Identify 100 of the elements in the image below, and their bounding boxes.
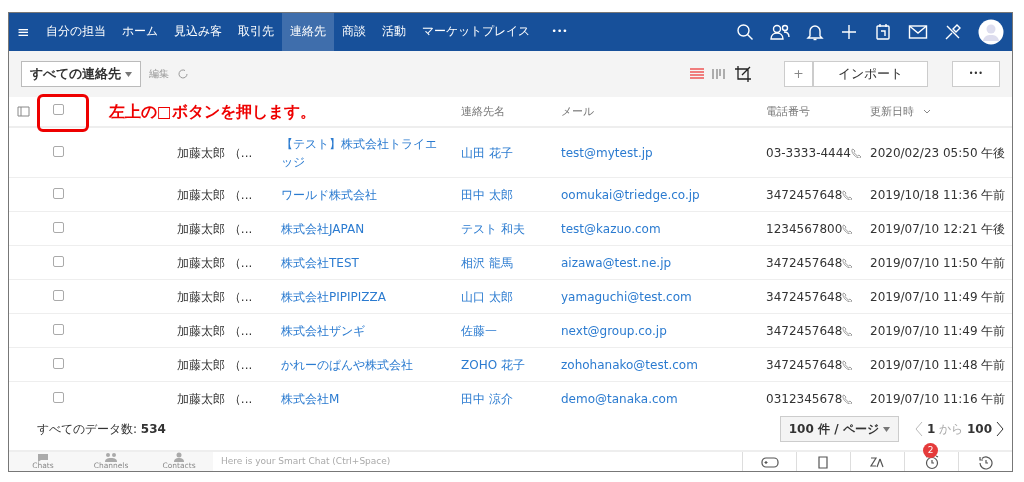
phone-icon[interactable] bbox=[842, 257, 853, 268]
phone-icon[interactable] bbox=[851, 147, 861, 158]
email-link[interactable]: zohohanako@test.com bbox=[561, 357, 698, 372]
row-checkbox[interactable] bbox=[53, 323, 64, 335]
table-cell-text: 03-3333-4444 bbox=[766, 144, 851, 162]
more-button[interactable]: ••• bbox=[543, 13, 576, 51]
company-link[interactable]: 株式会社TEST bbox=[281, 253, 445, 272]
people-icon[interactable] bbox=[770, 23, 790, 41]
company-link[interactable]: 株式会社ザンギ bbox=[281, 321, 445, 340]
highlight-frame bbox=[37, 94, 89, 132]
edit-link[interactable]: 編集 bbox=[149, 66, 170, 82]
company-link[interactable]: 株式会社JAPAN bbox=[281, 219, 445, 238]
column-header[interactable]: 連絡先名 bbox=[461, 104, 505, 117]
row-checkbox[interactable] bbox=[53, 357, 64, 369]
phone-icon[interactable] bbox=[842, 223, 853, 234]
table-cell: 加藤太郎 （... bbox=[177, 391, 253, 406]
contact-link[interactable]: 佐藤一 bbox=[461, 323, 497, 338]
email-link[interactable]: test@kazuo.com bbox=[561, 221, 661, 236]
calendar-icon[interactable] bbox=[874, 23, 892, 41]
column-settings-icon[interactable] bbox=[17, 105, 31, 118]
row-checkbox[interactable] bbox=[53, 255, 64, 267]
table-cell-text: 3472457648 bbox=[766, 288, 843, 306]
company-link[interactable]: かれーのぱんや株式会社 bbox=[281, 355, 445, 374]
table-cell-text: 3472457648 bbox=[766, 254, 843, 272]
email-link[interactable]: oomukai@triedge.co.jp bbox=[561, 187, 700, 202]
tools-icon[interactable] bbox=[944, 23, 962, 41]
row-checkbox[interactable] bbox=[53, 221, 64, 233]
nav-tab[interactable]: 自分の担当 bbox=[37, 13, 114, 51]
plus-icon[interactable] bbox=[840, 23, 858, 41]
row-checkbox[interactable] bbox=[53, 187, 64, 199]
phone-icon[interactable] bbox=[842, 189, 853, 200]
phone-icon[interactable] bbox=[842, 393, 853, 404]
company-link[interactable]: ワールド株式会社 bbox=[281, 185, 445, 204]
list-view-icon[interactable] bbox=[690, 68, 705, 80]
phone-icon[interactable] bbox=[842, 325, 853, 336]
sort-icon[interactable] bbox=[923, 109, 932, 115]
table-cell-text: 3472457648 bbox=[766, 186, 843, 204]
next-page-icon[interactable] bbox=[996, 421, 1004, 437]
nav-tab[interactable]: マーケットプレイス bbox=[413, 13, 538, 51]
table-cell: 2019/07/10 11:16 午前 bbox=[870, 391, 1006, 406]
table-cell: 加藤太郎 （... bbox=[177, 187, 253, 202]
table-cell: 2019/07/10 11:50 午前 bbox=[870, 255, 1006, 270]
bell-icon[interactable] bbox=[806, 23, 824, 41]
table-cell: 2019/07/10 11:49 午前 bbox=[870, 289, 1006, 304]
total-count: すべてのデータ数: 534 bbox=[37, 421, 166, 438]
email-link[interactable]: test@mytest.jp bbox=[561, 145, 653, 160]
table-cell-text: 0312345678 bbox=[766, 390, 843, 408]
nav-tab[interactable]: 連絡先 bbox=[281, 13, 334, 51]
notification-badge: 2 bbox=[923, 443, 938, 458]
table-cell: 2019/07/10 11:48 午前 bbox=[870, 357, 1006, 372]
column-header[interactable]: 電話番号 bbox=[766, 104, 810, 117]
mail-icon[interactable] bbox=[908, 24, 928, 40]
previous-page-icon[interactable] bbox=[914, 421, 923, 437]
chat-input[interactable]: Here is your Smart Chat (Ctrl+Space) bbox=[213, 452, 742, 471]
nav-tab[interactable]: 取引先 bbox=[229, 13, 282, 51]
select-all-checkbox[interactable] bbox=[53, 103, 64, 115]
email-link[interactable]: yamaguchi@test.com bbox=[561, 289, 692, 304]
row-checkbox[interactable] bbox=[53, 145, 64, 157]
nav-tab[interactable]: 見込み客 bbox=[165, 13, 230, 51]
column-header[interactable]: メール bbox=[561, 104, 594, 117]
table-cell-text: 1234567800 bbox=[766, 220, 843, 238]
nav-tab[interactable]: ホーム bbox=[113, 13, 166, 51]
kanban-icon[interactable] bbox=[712, 68, 727, 80]
add-button[interactable]: + bbox=[784, 61, 813, 87]
avatar-icon[interactable] bbox=[978, 19, 1004, 45]
contact-link[interactable]: ZOHO 花子 bbox=[461, 357, 525, 372]
refresh-icon[interactable] bbox=[177, 68, 190, 80]
table-cell-text: 3472457648 bbox=[766, 322, 843, 340]
page-range: 1 から 100 bbox=[926, 421, 992, 438]
table-cell: 加藤太郎 （... bbox=[177, 255, 253, 270]
phone-icon[interactable] bbox=[842, 291, 853, 302]
company-link[interactable]: 【テスト】株式会社トライエッジ bbox=[281, 134, 445, 171]
page-size-dropdown[interactable]: 100 件 / ページ bbox=[779, 416, 899, 442]
nav-tab[interactable]: 商談 bbox=[333, 13, 374, 51]
email-link[interactable]: aizawa@test.ne.jp bbox=[561, 255, 672, 270]
view-dropdown[interactable]: すべての連絡先 bbox=[21, 60, 142, 88]
contact-link[interactable]: 山口 太郎 bbox=[461, 289, 513, 304]
company-link[interactable]: 株式会社M bbox=[281, 389, 445, 408]
email-link[interactable]: demo@tanaka.com bbox=[561, 391, 678, 406]
search-icon[interactable] bbox=[736, 23, 754, 41]
caret-icon bbox=[882, 427, 890, 432]
table-cell: 加藤太郎 （... bbox=[177, 221, 253, 236]
contact-link[interactable]: 田中 涼介 bbox=[461, 391, 513, 406]
contact-link[interactable]: 山田 花子 bbox=[461, 145, 513, 160]
table-cell: 2019/10/18 11:36 午前 bbox=[870, 187, 1006, 202]
column-header[interactable]: 更新日時 bbox=[870, 104, 914, 117]
row-checkbox[interactable] bbox=[53, 289, 64, 301]
nav-tab[interactable]: 活動 bbox=[373, 13, 414, 51]
import-button[interactable]: インポート bbox=[812, 61, 928, 87]
table-cell: 加藤太郎 （... bbox=[177, 323, 253, 338]
row-checkbox[interactable] bbox=[53, 391, 64, 403]
company-link[interactable]: 株式会社PIPIPIZZA bbox=[281, 287, 445, 306]
contact-link[interactable]: 相沢 龍馬 bbox=[461, 255, 513, 270]
table-cell: 加藤太郎 （... bbox=[177, 357, 253, 372]
contact-link[interactable]: テスト 和夫 bbox=[461, 221, 525, 236]
phone-icon[interactable] bbox=[842, 359, 853, 370]
email-link[interactable]: next@group.co.jp bbox=[561, 323, 667, 338]
more-button[interactable]: ••• bbox=[951, 61, 1000, 87]
crop-icon[interactable] bbox=[734, 65, 753, 83]
contact-link[interactable]: 田中 太郎 bbox=[461, 187, 513, 202]
